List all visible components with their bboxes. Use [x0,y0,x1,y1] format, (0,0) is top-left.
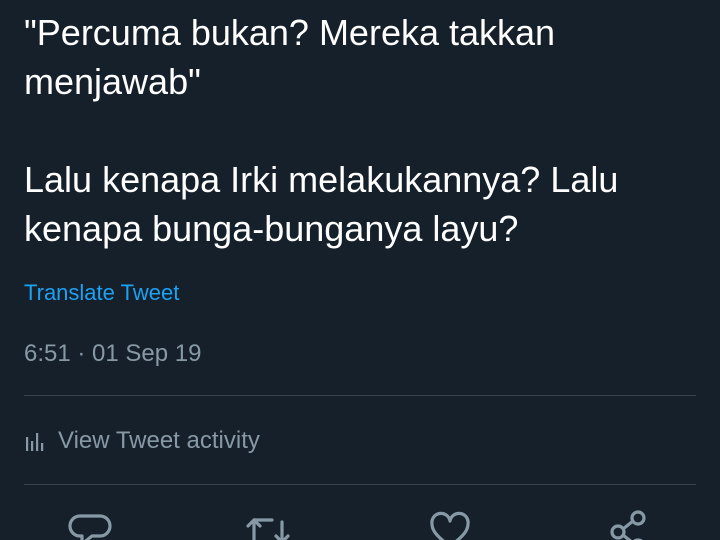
reply-icon[interactable] [66,508,114,540]
translate-tweet-link[interactable]: Translate Tweet [24,279,179,307]
retweet-icon[interactable] [244,508,292,540]
tweet-timestamp: 6:51 · 01 Sep 19 [24,340,202,367]
divider [24,484,696,485]
tweet-text-line: "Percuma bukan? Mereka takkan [24,12,556,53]
tweet-text-line: Lalu kenapa Irki melakukannya? Lalu [24,159,619,200]
like-icon[interactable] [426,508,474,540]
divider [24,395,696,396]
share-icon[interactable] [604,508,652,540]
tweet-detail-view: "Percuma bukan? Mereka takkan menjawab" … [0,0,720,540]
view-tweet-activity-label: View Tweet activity [58,427,260,454]
view-tweet-activity-button[interactable]: View Tweet activity [24,423,260,459]
tweet-body: "Percuma bukan? Mereka takkan menjawab" … [24,8,704,253]
tweet-action-bar [0,508,720,540]
bar-chart-icon [24,429,48,453]
tweet-text-line: kenapa bunga-bunganya layu? [24,208,519,249]
tweet-text-line: menjawab" [24,61,201,102]
